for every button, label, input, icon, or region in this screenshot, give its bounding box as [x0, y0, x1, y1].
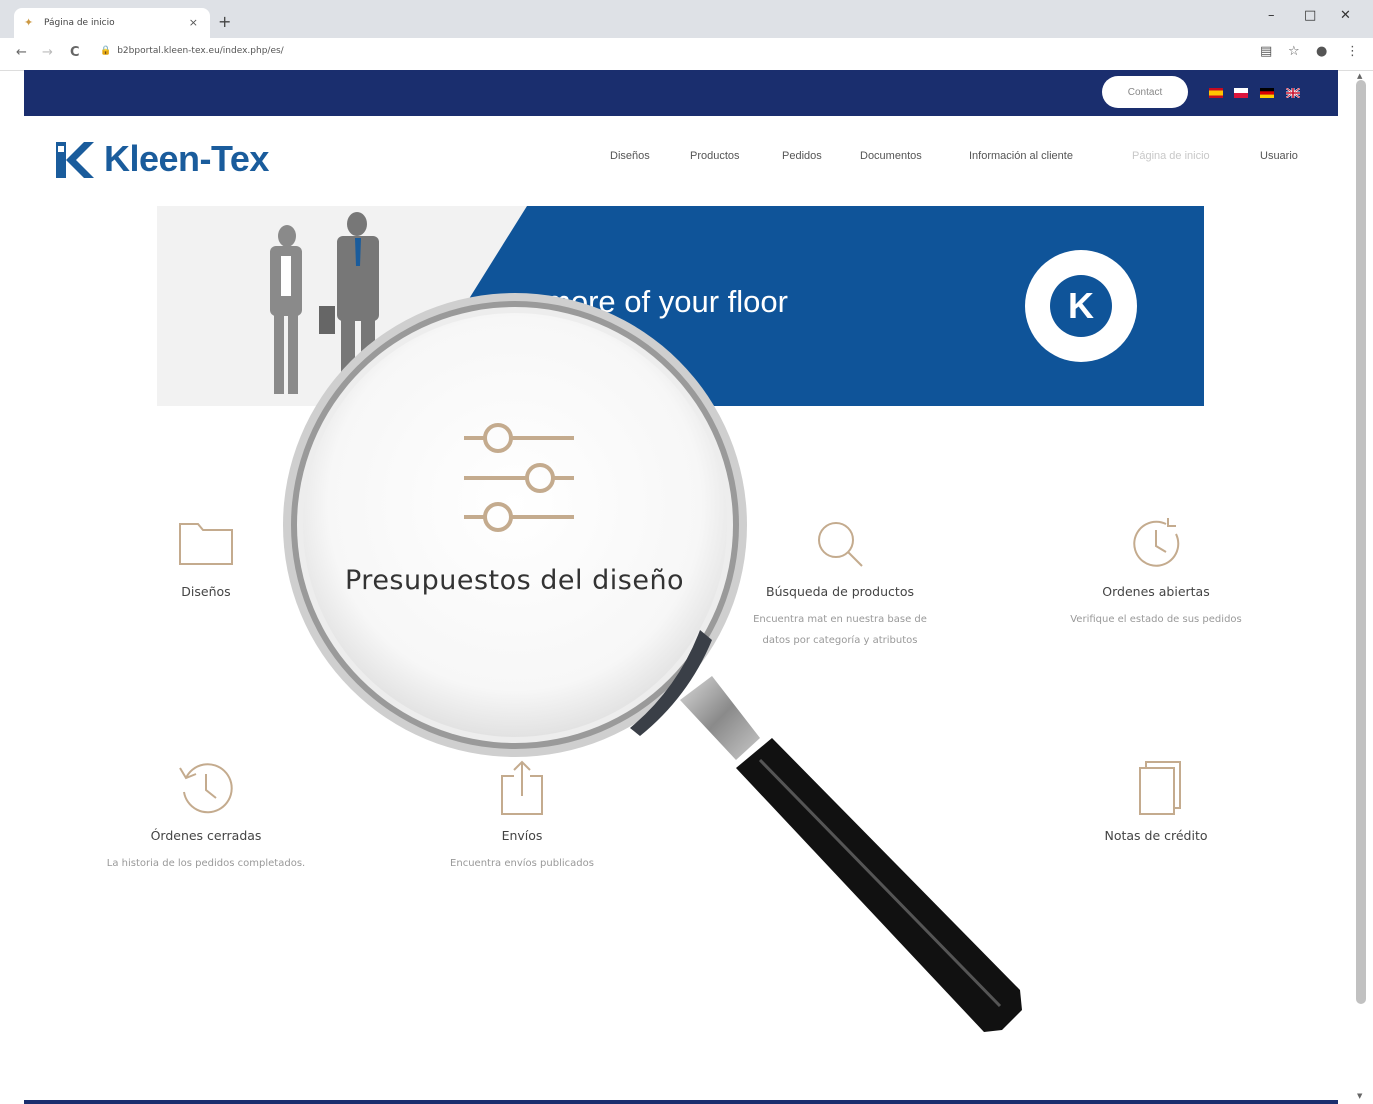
magnified-card-presupuestos-title[interactable]: Presupuestos del diseño	[345, 565, 684, 596]
nav-usuario[interactable]: Usuario	[1260, 150, 1298, 162]
new-tab-button[interactable]: +	[218, 12, 231, 31]
card-ordenes-cerradas[interactable]: Órdenes cerradas La historia de los pedi…	[106, 758, 306, 874]
banner-slogan: more of your floor	[545, 284, 788, 319]
kleen-tex-favicon-icon: ✦	[24, 16, 34, 29]
reload-button[interactable]: C	[70, 45, 80, 60]
menu-dots-icon[interactable]: ⋮	[1346, 44, 1359, 59]
kleen-tex-k-logo-icon	[56, 142, 94, 178]
scroll-up-arrow-icon[interactable]: ▲	[1357, 72, 1362, 80]
card-description: Verifique el estado de sus pedidos	[1070, 614, 1242, 625]
clock-icon	[1133, 518, 1180, 567]
card-title: Búsqueda de productos	[766, 584, 914, 599]
scrollbar-thumb[interactable]	[1356, 80, 1366, 1004]
card-disenos[interactable]: Diseños	[106, 514, 306, 599]
top-bar: Contact	[24, 70, 1338, 116]
documents-icon	[1139, 761, 1181, 815]
nav-pagina-inicio[interactable]: Página de inicio	[1132, 150, 1210, 162]
card-title: Órdenes cerradas	[150, 828, 262, 843]
address-bar-row: ← → C 🔒 b2bportal.kleen-tex.eu/index.php/…	[0, 38, 1373, 71]
contact-button[interactable]: Contact	[1102, 76, 1188, 108]
nav-pedidos[interactable]: Pedidos	[782, 150, 822, 162]
minimize-button[interactable]: –	[1268, 8, 1275, 23]
card-notas-credito[interactable]: Notas de crédito	[1056, 758, 1256, 843]
nav-productos[interactable]: Productos	[690, 150, 740, 162]
scroll-down-arrow-icon[interactable]: ▼	[1357, 1092, 1362, 1100]
back-button[interactable]: ←	[16, 45, 27, 60]
reading-mode-icon[interactable]: ▤	[1260, 44, 1272, 59]
card-title: Envíos	[501, 828, 543, 843]
card-ordenes-abiertas[interactable]: Ordenes abiertas Verifique el estado de …	[1056, 514, 1256, 630]
flag-de-icon[interactable]	[1260, 88, 1274, 98]
flag-es-icon[interactable]	[1209, 88, 1223, 98]
card-title: Notas de crédito	[1104, 828, 1208, 843]
url-text: b2bportal.kleen-tex.eu/index.php/es/	[117, 46, 284, 56]
card-description: Encuentra envíos publicados	[450, 858, 594, 869]
search-icon	[818, 522, 863, 567]
nav-informacion-cliente[interactable]: Información al cliente	[969, 150, 1073, 162]
card-description: La historia de los pedidos completados.	[106, 858, 306, 869]
forward-button[interactable]: →	[42, 45, 53, 60]
folder-icon	[179, 523, 233, 565]
hero-banner: more of your floor K	[157, 206, 1204, 406]
card-busqueda-productos[interactable]: Búsqueda de productos Encuentra mat en n…	[740, 514, 940, 651]
share-icon	[501, 760, 543, 815]
maximize-button[interactable]: □	[1304, 8, 1316, 23]
close-window-button[interactable]: ✕	[1340, 8, 1351, 23]
flag-en-icon[interactable]	[1286, 88, 1300, 98]
browser-tab-strip: ✦ Página de inicio × + – □ ✕	[0, 0, 1373, 38]
card-description: Encuentra mat en nuestra base de datos p…	[753, 614, 927, 646]
nav-disenos[interactable]: Diseños	[610, 150, 650, 162]
kleen-tex-logo[interactable]: Kleen-Tex	[54, 138, 269, 180]
bookmark-star-icon[interactable]: ☆	[1288, 44, 1300, 59]
browser-tab[interactable]: ✦ Página de inicio ×	[14, 8, 210, 38]
card-envios[interactable]: Envíos Encuentra envíos publicados	[422, 758, 622, 874]
nav-documentos[interactable]: Documentos	[860, 150, 922, 162]
tab-close-icon[interactable]: ×	[189, 16, 198, 29]
logo-text: Kleen-Tex	[104, 138, 269, 179]
card-title: Diseños	[181, 584, 231, 599]
lock-icon: 🔒	[100, 46, 112, 56]
card-title: Ordenes abiertas	[1102, 584, 1210, 599]
profile-icon[interactable]: ●	[1316, 44, 1327, 59]
banner-k-badge-icon: K	[1050, 275, 1112, 337]
url-field[interactable]: 🔒 b2bportal.kleen-tex.eu/index.php/es/	[100, 46, 284, 56]
history-icon	[179, 763, 233, 814]
footer-bar	[24, 1100, 1338, 1104]
tab-title: Página de inicio	[44, 18, 115, 28]
flag-pl-icon[interactable]	[1234, 88, 1248, 98]
